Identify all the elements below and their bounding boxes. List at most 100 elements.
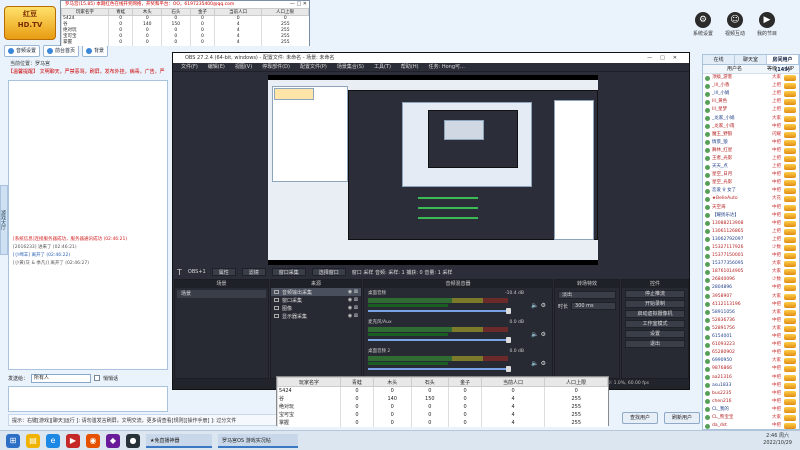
obs-menu-item[interactable]: 配置文件(P) xyxy=(300,63,327,71)
refresh-users-button[interactable]: 刷新用户 xyxy=(664,412,700,424)
tab-room-users[interactable]: 房间用户(149) xyxy=(767,55,799,73)
tab-chatroom[interactable]: 聊天室 xyxy=(735,55,767,64)
user-row[interactable]: 13061126865 上把 xyxy=(703,228,799,236)
window-capture-button[interactable]: 窗口采集 xyxy=(271,268,306,276)
source-item[interactable]: 显示器采集 ◉ ⊠ xyxy=(271,312,361,320)
user-row[interactable]: 星空_日月 中把 xyxy=(703,171,799,179)
obs-window-controls[interactable]: —□✕ xyxy=(647,53,685,63)
side-tab-game-hall[interactable]: 游戏大厅 xyxy=(0,185,8,255)
visibility-eye-icon[interactable]: ◉ ⊠ xyxy=(348,297,358,303)
visibility-eye-icon[interactable]: ◉ ⊠ xyxy=(348,289,358,295)
user-row[interactable]: 4112113196 中把 xyxy=(703,301,799,309)
filters-button[interactable]: 滤镜 xyxy=(241,268,266,276)
obs-menu-item[interactable]: 文件(F) xyxy=(181,63,198,71)
user-row[interactable]: Ill_黄色 上把 xyxy=(703,98,799,106)
volume-fader[interactable] xyxy=(368,337,511,343)
control-button[interactable]: 启动虚拟摄像机 xyxy=(625,310,685,318)
media-icon[interactable]: ▶ xyxy=(66,434,80,448)
user-row[interactable]: bus2235 中把 xyxy=(703,390,799,398)
user-row[interactable]: 2804896 中把 xyxy=(703,284,799,292)
user-row[interactable]: 情景_狼 中把 xyxy=(703,139,799,147)
user-row[interactable]: asu1833 中把 xyxy=(703,382,799,390)
source-item[interactable]: 图像 ◉ ⊠ xyxy=(271,304,361,312)
user-row[interactable]: Ill_星梦 上把 xyxy=(703,106,799,114)
obs-menu-item[interactable]: 视图(V) xyxy=(235,63,252,71)
user-row[interactable]: chen216 中把 xyxy=(703,398,799,406)
window-controls[interactable]: — □ ✕ xyxy=(290,1,307,7)
user-row[interactable]: _Ill_小娟 上把 xyxy=(703,90,799,98)
start-icon[interactable]: ⊞ xyxy=(6,434,20,448)
obs-window[interactable]: OBS 27.2.4 (64-bit, windows) - 配置文件: 未命名… xyxy=(172,52,690,390)
user-row[interactable]: 58911056 大家 xyxy=(703,309,799,317)
volume-fader[interactable] xyxy=(368,308,511,314)
user-row[interactable]: 52836736 中把 xyxy=(703,317,799,325)
nav-button-audio[interactable]: 音频设置 xyxy=(4,45,41,57)
user-row[interactable]: 王者_光影 上把 xyxy=(703,155,799,163)
user-row[interactable]: 52891756 大家 xyxy=(703,325,799,333)
user-row[interactable]: 26840096 少数 xyxy=(703,276,799,284)
select-window-button[interactable]: 选择窗口 xyxy=(311,268,346,276)
user-row[interactable]: 9876866 中把 xyxy=(703,365,799,373)
tab-online[interactable]: 在线 xyxy=(703,55,735,64)
app-icon[interactable]: ◆ xyxy=(106,434,120,448)
speaker-gear-icons[interactable]: 🔈 ⚙ xyxy=(531,360,546,367)
scene-item[interactable]: 场景 xyxy=(177,290,266,298)
user-row[interactable]: 18761014905 大家 xyxy=(703,268,799,276)
user-row[interactable]: 61093223 中把 xyxy=(703,341,799,349)
user-row[interactable]: _龙家_小娟 大家 xyxy=(703,114,799,122)
chat-message-input[interactable] xyxy=(8,386,168,412)
browser-icon[interactable]: e xyxy=(46,434,60,448)
user-row[interactable]: 舞林_红星 中把 xyxy=(703,147,799,155)
visibility-eye-icon[interactable]: ◉ ⊠ xyxy=(348,305,358,311)
user-row[interactable]: 6990950 大家 xyxy=(703,357,799,365)
speaker-gear-icons[interactable]: 🔈 ⚙ xyxy=(531,331,546,338)
obs-menu-item[interactable]: 编辑(E) xyxy=(208,63,225,71)
overlay-stats-window[interactable]: 玩家名字 青蛙 木头 石头 金子 当前人口 人口上限 5424 0 0 0 0 0 0 谷 0 140 150 0… xyxy=(276,376,609,427)
user-row[interactable]: 3958907 大家 xyxy=(703,293,799,301)
user-row[interactable]: 15327117926 少数 xyxy=(703,244,799,252)
chat-log[interactable]: [系统信息]连接服务器成功，服务器通讯成功 (02:46:21) [201623… xyxy=(8,80,168,370)
control-button[interactable]: 设置 xyxy=(625,330,685,338)
user-row[interactable]: 恋爱 ♀ 女了 中把 xyxy=(703,187,799,195)
taskbar-task[interactable]: ★免直播神器 xyxy=(146,434,212,448)
tool-system-settings[interactable]: ⚙ 系统设置 xyxy=(690,10,716,44)
file-explorer-icon[interactable]: ▤ xyxy=(26,434,40,448)
user-row[interactable]: 顶级_游客 大家 xyxy=(703,74,799,82)
obs-menu-item[interactable]: 帮助(H) xyxy=(401,63,419,71)
user-row[interactable]: CL_熊宝宝 大家 xyxy=(703,414,799,422)
control-button[interactable]: 开始录制 xyxy=(625,300,685,308)
user-row[interactable]: 13088213908 中把 xyxy=(703,220,799,228)
user-row[interactable]: 15377150001 中把 xyxy=(703,252,799,260)
user-row[interactable]: ★BelieAuto 大花 xyxy=(703,195,799,203)
visibility-eye-icon[interactable]: ◉ ⊠ xyxy=(348,313,358,319)
user-row[interactable]: 15377356095 大家 xyxy=(703,260,799,268)
user-row[interactable]: 魔王_野狼 闪耀 xyxy=(703,131,799,139)
duration-input[interactable]: 300 ms xyxy=(571,302,616,310)
user-row[interactable]: 13062792097 上把 xyxy=(703,236,799,244)
user-row[interactable]: 天天_点 上把 xyxy=(703,163,799,171)
obs-icon[interactable]: ● xyxy=(126,434,140,448)
obs-menu-item[interactable]: 工具(T) xyxy=(374,63,391,71)
stats-window[interactable]: 罗马宫(15.85) 本期红色在线开奖网络，开奖和平台：OO，619723540… xyxy=(60,0,310,46)
properties-button[interactable]: 属性 xyxy=(211,268,236,276)
user-row[interactable]: 天空海 中把 xyxy=(703,204,799,212)
user-row[interactable]: aa21316 中把 xyxy=(703,373,799,381)
source-item[interactable]: 音频输出采集 ◉ ⊠ xyxy=(271,288,361,296)
target-select[interactable]: 所有人 xyxy=(31,373,92,383)
obs-menu-item[interactable]: 停靠部件(D) xyxy=(262,63,290,71)
firefox-icon[interactable]: ◉ xyxy=(86,434,100,448)
nav-button-home[interactable]: 前台首页 xyxy=(43,45,80,57)
user-row[interactable]: _Ill_小香 上把 xyxy=(703,82,799,90)
user-row[interactable]: _龙家_小雨 中把 xyxy=(703,123,799,131)
user-row[interactable]: 65280902 中把 xyxy=(703,349,799,357)
control-button[interactable]: 工作室模式 xyxy=(625,320,685,328)
speaker-gear-icons[interactable]: 🔈 ⚙ xyxy=(531,302,546,309)
transition-select[interactable]: 淡出 xyxy=(558,291,616,299)
system-clock[interactable]: 2:46 周六 2022/10/29 xyxy=(763,433,792,447)
volume-fader[interactable] xyxy=(368,366,511,372)
user-row[interactable]: CL_我的 中把 xyxy=(703,406,799,414)
user-row[interactable]: 【耀扬乐达】 中把 xyxy=(703,212,799,220)
find-user-button[interactable]: 查找用户 xyxy=(622,412,658,424)
user-list[interactable]: 在线 聊天室 房间用户(149) 用户名 等级 VIP 顶级_游客 大家 _Ill_… xyxy=(702,54,800,430)
private-checkbox[interactable] xyxy=(94,375,101,381)
